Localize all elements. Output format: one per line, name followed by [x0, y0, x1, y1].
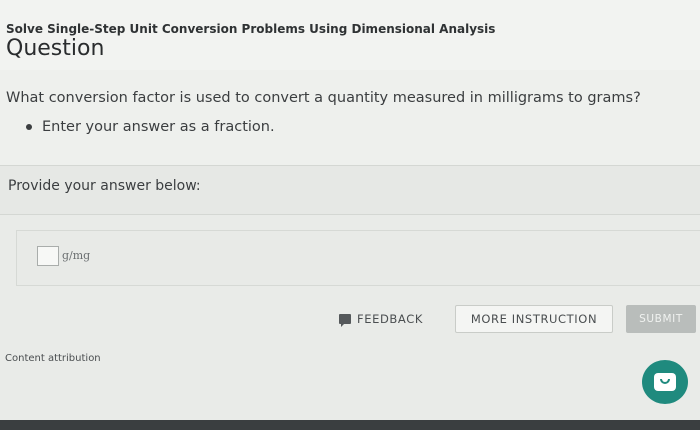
answer-prompt: Provide your answer below: — [8, 178, 201, 194]
section-title: Question — [6, 36, 105, 61]
feedback-label: FEEDBACK — [357, 312, 423, 326]
lesson-title: Solve Single-Step Unit Conversion Proble… — [6, 22, 496, 36]
bottom-edge — [0, 420, 700, 430]
question-text: What conversion factor is used to conver… — [6, 90, 641, 106]
submit-button[interactable]: SUBMIT — [626, 305, 696, 333]
submit-label: SUBMIT — [639, 313, 683, 325]
unit-label: g/mg — [62, 249, 91, 262]
more-instruction-label: MORE INSTRUCTION — [470, 312, 598, 326]
feedback-icon — [339, 314, 352, 327]
content-attribution-link[interactable]: Content attribution — [5, 353, 101, 364]
chat-icon — [654, 373, 676, 391]
divider — [0, 214, 700, 215]
feedback-button[interactable]: FEEDBACK — [330, 305, 432, 333]
page: Solve Single-Step Unit Conversion Proble… — [0, 0, 700, 430]
question-area — [0, 70, 700, 165]
bullet-dot-icon — [26, 124, 32, 130]
more-instruction-button[interactable]: MORE INSTRUCTION — [455, 305, 613, 333]
question-instruction: Enter your answer as a fraction. — [42, 119, 275, 135]
answer-box — [16, 230, 700, 286]
answer-input[interactable] — [37, 246, 59, 266]
chat-button[interactable] — [642, 360, 688, 404]
